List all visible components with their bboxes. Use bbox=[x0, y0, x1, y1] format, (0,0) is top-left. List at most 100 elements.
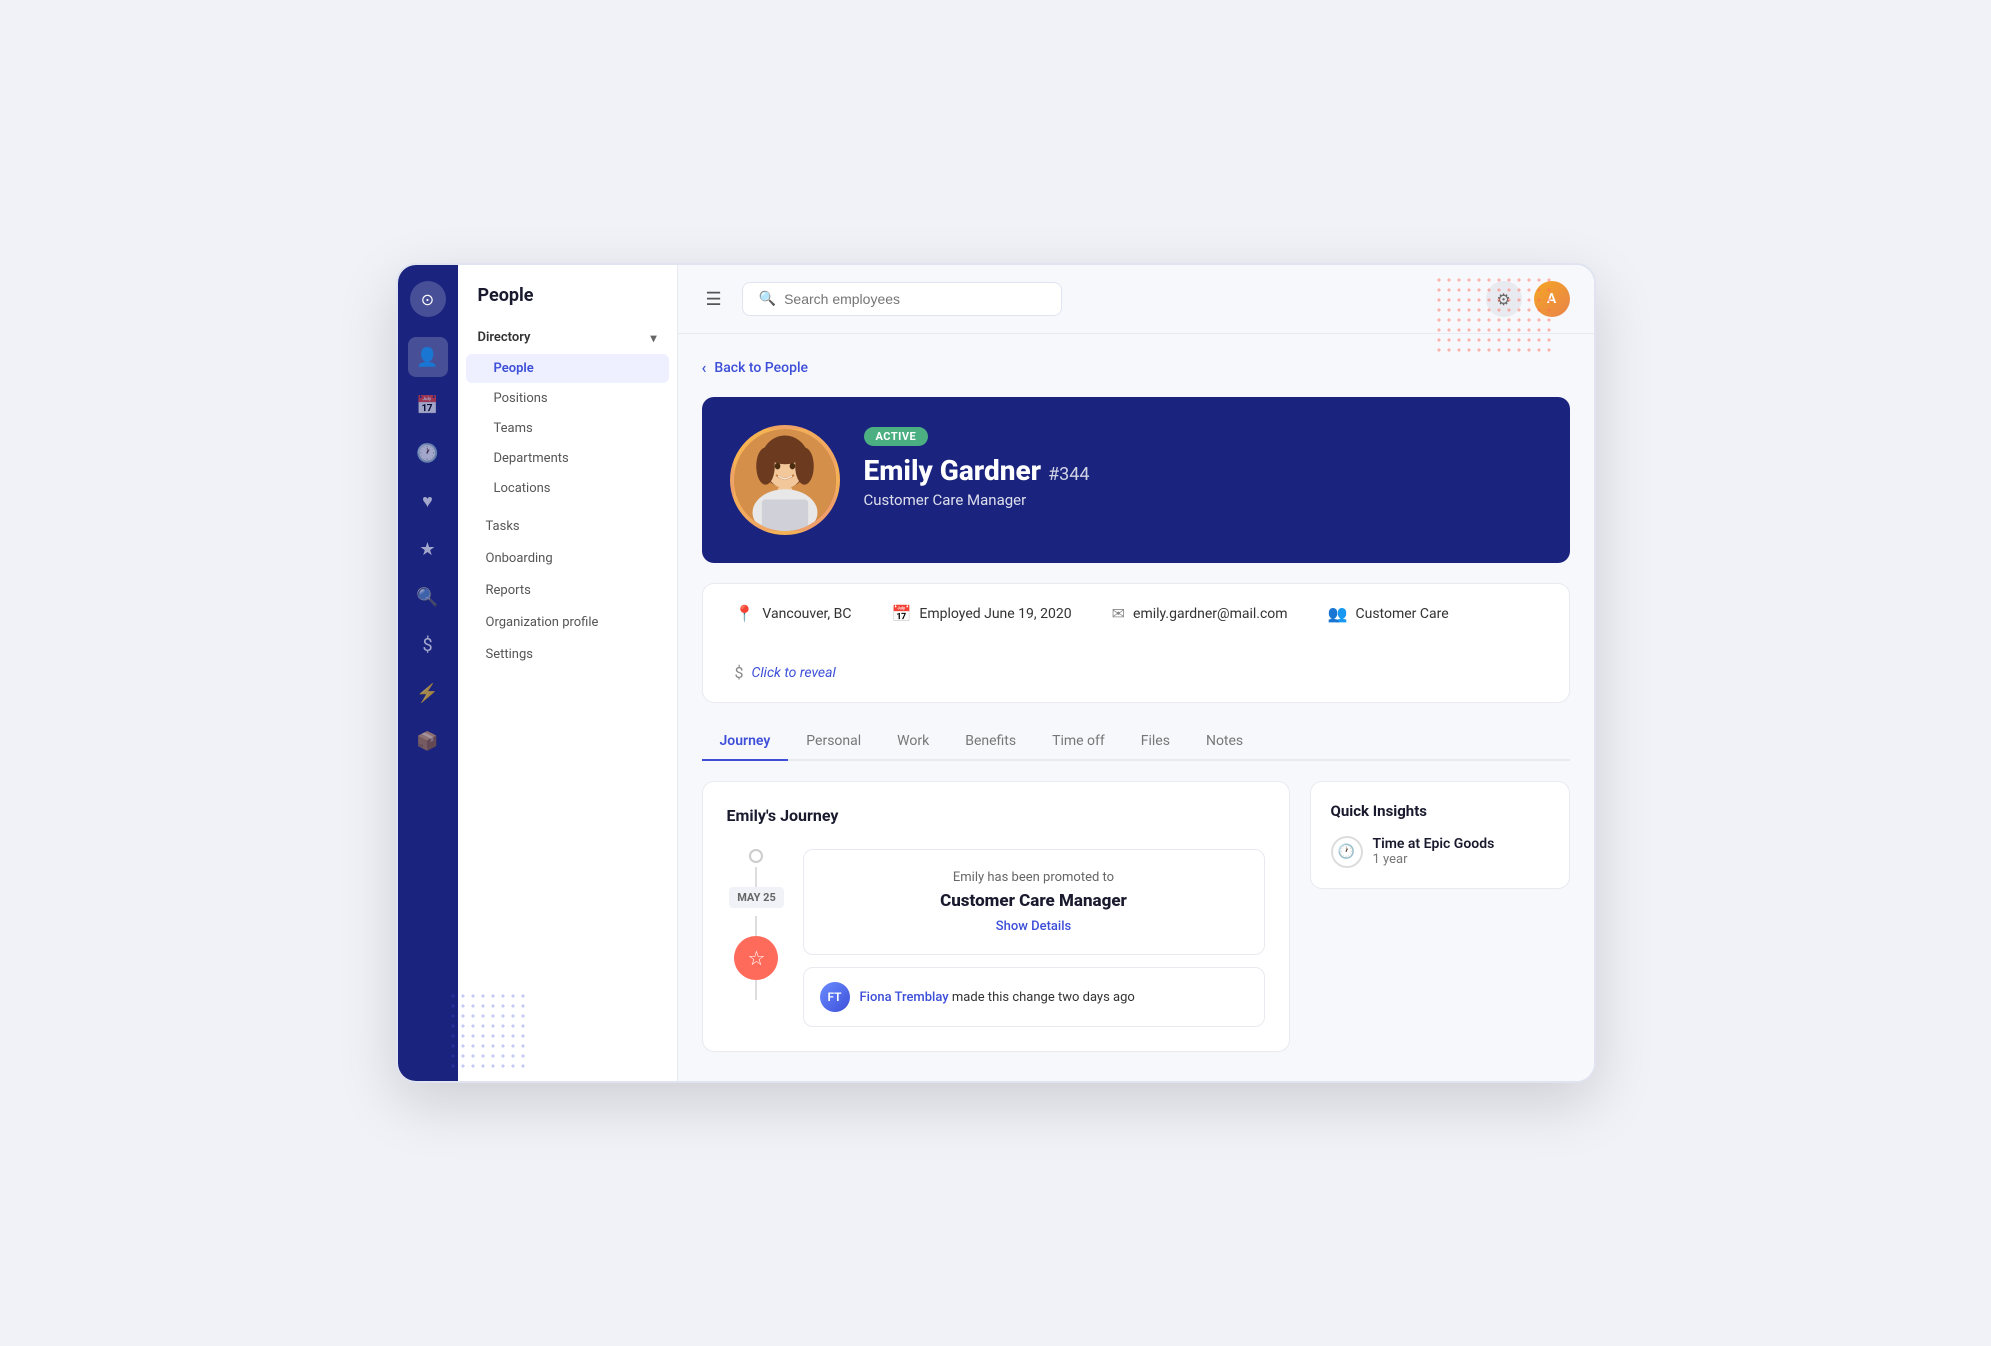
nav-item-onboarding[interactable]: Onboarding bbox=[466, 543, 669, 574]
main-content: ☰ 🔍 ⚙ A ‹ Back to People bbox=[678, 265, 1594, 1081]
tab-files[interactable]: Files bbox=[1123, 723, 1188, 761]
event-subtitle: Emily has been promoted to bbox=[824, 870, 1244, 885]
sidebar-icon-heart[interactable]: ♥ bbox=[408, 481, 448, 521]
changer-name: Fiona Tremblay bbox=[860, 990, 949, 1005]
timeline-right: Emily has been promoted to Customer Care… bbox=[803, 849, 1265, 1027]
tab-benefits[interactable]: Benefits bbox=[947, 723, 1034, 761]
back-to-people-link[interactable]: ‹ Back to People bbox=[702, 358, 1570, 377]
tab-notes[interactable]: Notes bbox=[1188, 723, 1261, 761]
journey-section-title: Emily's Journey bbox=[727, 806, 1265, 825]
timeline-left: MAY 25 ☆ bbox=[727, 849, 787, 1027]
location-text: Vancouver, BC bbox=[762, 606, 851, 622]
timeline-line-middle bbox=[755, 916, 757, 936]
employed-date-detail: 📅 Employed June 19, 2020 bbox=[891, 604, 1071, 623]
content-area: ‹ Back to People bbox=[678, 334, 1594, 1081]
sidebar-icon-dollar[interactable]: $ bbox=[408, 625, 448, 665]
profile-title: Customer Care Manager bbox=[864, 491, 1538, 509]
salary-icon: $ bbox=[735, 663, 744, 682]
back-link-label: Back to People bbox=[714, 360, 808, 376]
sidebar-icon-star[interactable]: ★ bbox=[408, 529, 448, 569]
nav-item-departments[interactable]: Departments bbox=[466, 444, 669, 473]
timeline-connector: MAY 25 ☆ bbox=[729, 849, 784, 1000]
event-card: Emily has been promoted to Customer Care… bbox=[803, 849, 1265, 955]
search-bar: 🔍 bbox=[742, 282, 1062, 316]
tab-personal[interactable]: Personal bbox=[788, 723, 879, 761]
salary-detail[interactable]: $ Click to reveal bbox=[735, 663, 836, 682]
nav-item-people[interactable]: People bbox=[466, 354, 669, 383]
tab-work[interactable]: Work bbox=[879, 723, 947, 761]
nav-item-org-profile[interactable]: Organization profile bbox=[466, 607, 669, 638]
email-detail: ✉ emily.gardner@mail.com bbox=[1112, 604, 1288, 623]
dollar-icon: $ bbox=[422, 635, 432, 656]
tab-journey[interactable]: Journey bbox=[702, 723, 789, 761]
sidebar-icon-network[interactable]: ⚡ bbox=[408, 673, 448, 713]
quick-insights-card: Quick Insights 🕐 Time at Epic Goods 1 ye… bbox=[1310, 781, 1570, 889]
star-icon: ☆ bbox=[748, 946, 766, 970]
settings-button[interactable]: ⚙ bbox=[1486, 281, 1522, 317]
user-initials: A bbox=[1547, 291, 1556, 307]
nav-sidebar: People Directory ▾ People Positions Team… bbox=[458, 265, 678, 1081]
calendar-icon: 📅 bbox=[416, 395, 438, 416]
insight-content: Time at Epic Goods 1 year bbox=[1373, 836, 1495, 867]
directory-section-header[interactable]: Directory ▾ bbox=[458, 322, 677, 353]
journey-card: Emily's Journey MAY 25 ☆ bbox=[702, 781, 1290, 1052]
insight-clock-icon: 🕐 bbox=[1331, 836, 1363, 868]
profile-header: ACTIVE Emily Gardner #344 Customer Care … bbox=[702, 397, 1570, 563]
clock-icon: 🕐 bbox=[416, 443, 438, 464]
timeline-event: MAY 25 ☆ Emily has been promoted to bbox=[727, 849, 1265, 1027]
timeline-star-button[interactable]: ☆ bbox=[734, 936, 778, 980]
timeline-top-node bbox=[749, 849, 763, 863]
show-details-link[interactable]: Show Details bbox=[824, 919, 1244, 934]
change-text: Fiona Tremblay made this change two days… bbox=[860, 990, 1135, 1005]
employee-number: #344 bbox=[1048, 464, 1089, 485]
people-icon: 👤 bbox=[416, 347, 438, 368]
logo-icon: ⊙ bbox=[421, 290, 434, 309]
sidebar-icon-people[interactable]: 👤 bbox=[408, 337, 448, 377]
insight-value: 1 year bbox=[1373, 852, 1495, 867]
sidebar-icon-box[interactable]: 📦 bbox=[408, 721, 448, 761]
top-bar-left: ☰ 🔍 bbox=[702, 282, 1062, 316]
department-text: Customer Care bbox=[1356, 606, 1449, 622]
journey-layout: Emily's Journey MAY 25 ☆ bbox=[702, 781, 1570, 1052]
sidebar-icon-calendar[interactable]: 📅 bbox=[408, 385, 448, 425]
location-detail: 📍 Vancouver, BC bbox=[735, 604, 852, 623]
nav-item-teams[interactable]: Teams bbox=[466, 414, 669, 443]
network-icon: ⚡ bbox=[416, 683, 438, 704]
hamburger-icon: ☰ bbox=[706, 289, 722, 310]
changer-avatar: FT bbox=[820, 982, 850, 1012]
magnify-icon: 🔍 bbox=[416, 587, 438, 608]
heart-icon: ♥ bbox=[422, 491, 433, 512]
star-icon: ★ bbox=[419, 539, 435, 560]
app-logo[interactable]: ⊙ bbox=[410, 281, 446, 317]
profile-info: ACTIVE Emily Gardner #344 Customer Care … bbox=[864, 425, 1538, 509]
email-icon: ✉ bbox=[1112, 604, 1125, 623]
nav-item-reports[interactable]: Reports bbox=[466, 575, 669, 606]
user-avatar-button[interactable]: A bbox=[1534, 281, 1570, 317]
employed-date-text: Employed June 19, 2020 bbox=[919, 606, 1071, 622]
insights-title: Quick Insights bbox=[1331, 802, 1549, 820]
tab-time-off[interactable]: Time off bbox=[1034, 723, 1123, 761]
nav-item-settings[interactable]: Settings bbox=[466, 639, 669, 670]
sidebar-icon-clock[interactable]: 🕐 bbox=[408, 433, 448, 473]
email-text: emily.gardner@mail.com bbox=[1133, 606, 1288, 622]
settings-icon: ⚙ bbox=[1496, 290, 1510, 309]
profile-details: 📍 Vancouver, BC 📅 Employed June 19, 2020… bbox=[702, 583, 1570, 703]
search-input[interactable] bbox=[784, 291, 1045, 307]
top-bar-right: ⚙ A bbox=[1486, 281, 1570, 317]
status-badge: ACTIVE bbox=[864, 427, 929, 446]
change-description: made this change two days ago bbox=[952, 990, 1135, 1005]
salary-reveal-text[interactable]: Click to reveal bbox=[752, 665, 836, 681]
nav-item-positions[interactable]: Positions bbox=[466, 384, 669, 413]
calendar-detail-icon: 📅 bbox=[891, 604, 911, 623]
event-change-card: FT Fiona Tremblay made this change two d… bbox=[803, 967, 1265, 1027]
sidebar-icon-search[interactable]: 🔍 bbox=[408, 577, 448, 617]
chevron-down-icon: ▾ bbox=[650, 331, 656, 345]
box-icon: 📦 bbox=[416, 731, 438, 752]
hamburger-button[interactable]: ☰ bbox=[702, 285, 726, 314]
department-icon: 👥 bbox=[1328, 604, 1348, 623]
nav-section-directory: Directory ▾ People Positions Teams Depar… bbox=[458, 322, 677, 503]
nav-item-locations[interactable]: Locations bbox=[466, 474, 669, 503]
timeline-line-bottom bbox=[755, 980, 757, 1000]
nav-item-tasks[interactable]: Tasks bbox=[466, 511, 669, 542]
avatar-image bbox=[734, 429, 836, 531]
